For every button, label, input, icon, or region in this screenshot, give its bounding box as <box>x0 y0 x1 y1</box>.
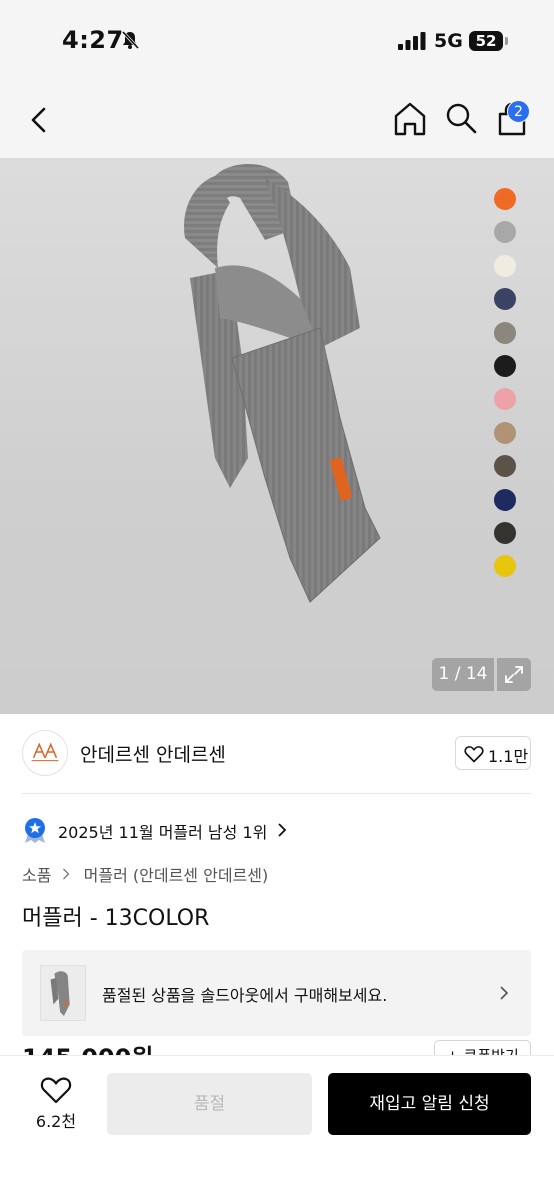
brand-name[interactable]: 안데르센 안데르센 <box>80 740 226 767</box>
color-swatch[interactable] <box>494 221 516 244</box>
color-swatch[interactable] <box>494 421 516 444</box>
home-icon[interactable] <box>391 100 429 138</box>
back-arrow-icon[interactable] <box>22 102 58 138</box>
cart-count-badge: 2 <box>507 100 530 123</box>
bell-muted-icon <box>121 30 140 50</box>
color-swatch[interactable] <box>494 254 516 277</box>
battery-cap <box>505 37 508 45</box>
banner-thumbnail <box>40 965 86 1021</box>
breadcrumb-category[interactable]: 소품 <box>22 866 51 885</box>
color-swatch[interactable] <box>494 521 516 544</box>
divider <box>22 793 531 794</box>
fullscreen-button[interactable] <box>497 658 531 691</box>
color-swatch[interactable] <box>494 488 516 511</box>
restock-alert-button[interactable]: 재입고 알림 신청 <box>328 1073 531 1135</box>
color-swatch[interactable] <box>494 288 516 311</box>
color-swatch[interactable] <box>494 388 516 411</box>
brand-row: 안데르센 안데르센 1.1만 <box>0 714 554 794</box>
scarf-thumbnail-image <box>50 971 70 1016</box>
color-swatch[interactable] <box>494 555 516 578</box>
soldout-button: 품절 <box>107 1073 312 1135</box>
soldout-marketplace-banner[interactable]: 품절된 상품을 솔드아웃에서 구매해보세요. <box>22 950 531 1036</box>
color-swatch[interactable] <box>494 321 516 344</box>
battery-icon: 52 <box>469 31 503 51</box>
bottom-action-bar: 6.2천 품절 재입고 알림 신청 <box>0 1056 554 1200</box>
ranking-medal-icon <box>25 818 45 843</box>
top-nav: 2 <box>0 80 554 158</box>
scarf-product-image <box>184 163 381 603</box>
breadcrumb: 소품 머플러 (안데르센 안데르센) <box>22 862 268 886</box>
product-image-carousel[interactable]: 1 / 14 <box>0 158 554 714</box>
brand-logo-mark <box>31 742 59 762</box>
ranking-text: 2025년 11월 머플러 남성 1위 <box>58 823 268 842</box>
network-type: 5G <box>434 30 463 52</box>
status-time: 4:27 <box>62 26 124 54</box>
signal-icon <box>398 32 426 50</box>
expand-icon <box>505 666 523 683</box>
wishlist-heart-icon[interactable] <box>40 1076 72 1104</box>
search-icon[interactable] <box>443 100 479 136</box>
chevron-right-icon <box>61 866 75 885</box>
banner-text: 품절된 상품을 솔드아웃에서 구매해보세요. <box>102 986 388 1005</box>
brand-like-count: 1.1만 <box>488 747 529 766</box>
chevron-right-icon <box>278 823 287 837</box>
product-title: 머플러 - 13COLOR <box>22 906 210 931</box>
brand-like-button[interactable]: 1.1만 <box>455 736 531 770</box>
wishlist-count: 6.2천 <box>35 1112 77 1131</box>
color-swatch[interactable] <box>494 188 516 210</box>
color-swatch-list <box>494 188 518 589</box>
heart-icon <box>464 746 484 763</box>
status-bar: 4:27 5G 52 <box>0 0 554 80</box>
color-swatch[interactable] <box>494 354 516 377</box>
image-counter: 1 / 14 <box>432 658 494 691</box>
breadcrumb-subcategory[interactable]: 머플러 (안데르센 안데르센) <box>84 866 269 885</box>
chevron-right-icon <box>500 986 509 1000</box>
color-swatch[interactable] <box>494 455 516 478</box>
brand-logo[interactable] <box>22 730 68 776</box>
